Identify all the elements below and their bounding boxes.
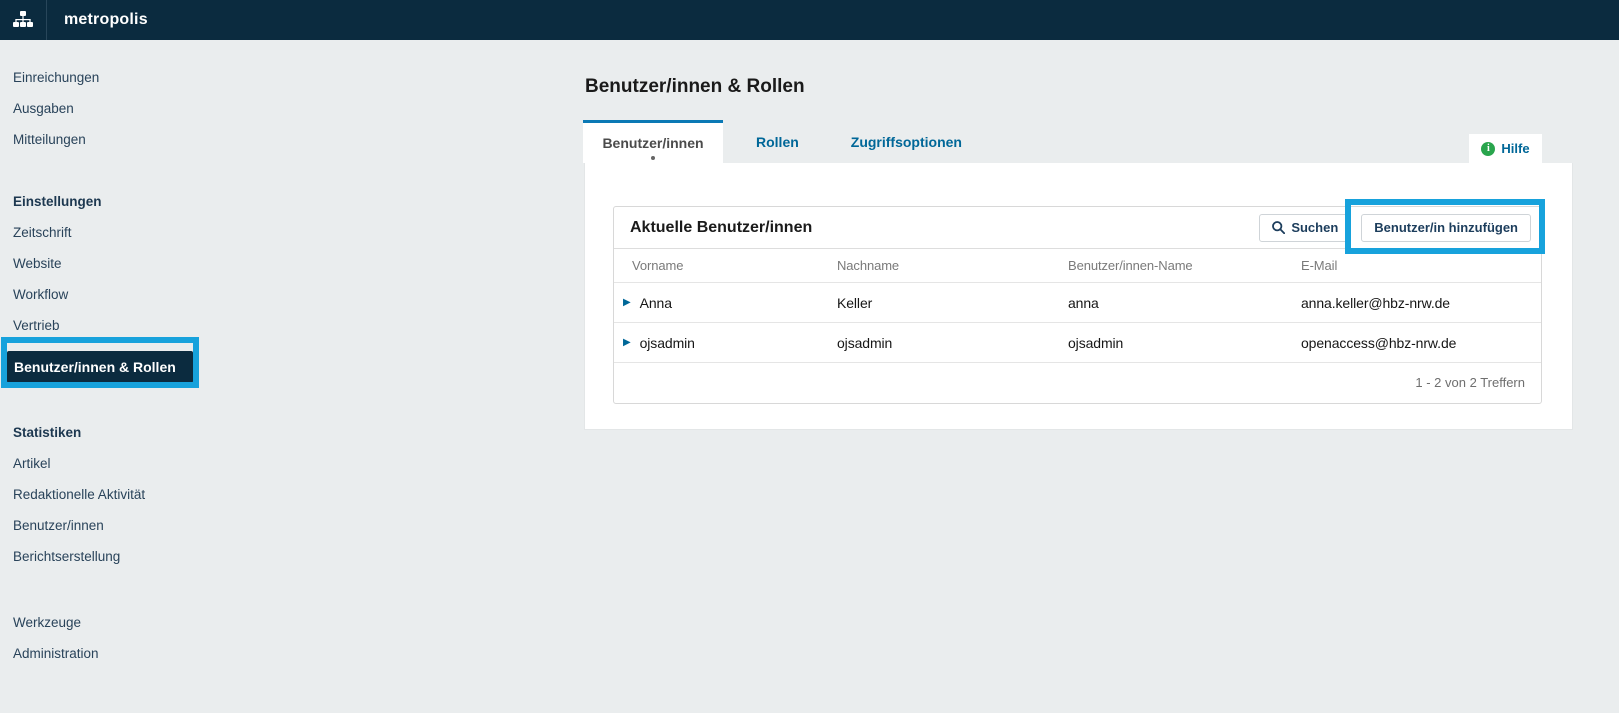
tab-rollen[interactable]: Rollen [737, 120, 818, 163]
column-header-benutzername: Benutzer/innen-Name [1050, 258, 1283, 273]
search-icon [1272, 221, 1285, 234]
grid-title: Aktuelle Benutzer/innen [630, 219, 812, 237]
cell-email: anna.keller@hbz-nrw.de [1283, 295, 1541, 311]
tab-benutzer-innen-label: Benutzer/innen [602, 135, 703, 151]
cell-nachname: Keller [819, 295, 1050, 311]
tab-zugriffsoptionen[interactable]: Zugriffsoptionen [832, 120, 981, 163]
sidebar-section-statistiken[interactable]: Statistiken [7, 417, 227, 448]
sidebar-item-mitteilungen[interactable]: Mitteilungen [7, 124, 227, 155]
info-icon: i [1481, 142, 1495, 156]
cell-email: openaccess@hbz-nrw.de [1283, 335, 1541, 351]
help-button[interactable]: i Hilfe [1469, 134, 1542, 163]
active-tab-dot [651, 156, 655, 160]
column-header-email: E-Mail [1283, 258, 1541, 273]
search-button-label: Suchen [1291, 220, 1338, 235]
column-header-vorname: Vorname [614, 258, 819, 273]
sidebar-item-werkzeuge[interactable]: Werkzeuge [7, 607, 227, 638]
table-row-anna[interactable]: ▶ Anna Keller anna anna.keller@hbz-nrw.d… [614, 283, 1541, 323]
site-nav-toggle[interactable] [0, 0, 47, 40]
sidebar-nav: Einreichungen Ausgaben Mitteilungen Eins… [7, 62, 227, 669]
sidebar-item-website[interactable]: Website [7, 248, 227, 279]
tab-bar: Benutzer/innen Rollen Zugriffsoptionen [583, 120, 981, 163]
expand-arrow-icon[interactable]: ▶ [623, 337, 631, 348]
users-grid-panel: Aktuelle Benutzer/innen Suchen Benutzer/… [613, 206, 1542, 404]
tab-benutzer-innen[interactable]: Benutzer/innen [583, 120, 723, 163]
journal-brand[interactable]: metropolis [64, 11, 148, 29]
sidebar-item-vertrieb[interactable]: Vertrieb [7, 310, 227, 341]
results-count: 1 - 2 von 2 Treffern [614, 363, 1541, 402]
sidebar-item-benutzer-rollen-active[interactable]: Benutzer/innen & Rollen [7, 351, 193, 383]
cell-vorname: ojsadmin [640, 335, 695, 351]
sidebar-item-einreichungen[interactable]: Einreichungen [7, 62, 227, 93]
add-user-button[interactable]: Benutzer/in hinzufügen [1361, 214, 1531, 242]
column-header-nachname: Nachname [819, 258, 1050, 273]
table-header-row: Vorname Nachname Benutzer/innen-Name E-M… [614, 249, 1541, 283]
app-window: metropolis Einreichungen Ausgaben Mittei… [0, 0, 1619, 713]
sidebar-item-artikel[interactable]: Artikel [7, 448, 227, 479]
sidebar-section-einstellungen[interactable]: Einstellungen [7, 186, 227, 217]
cell-benutzername: anna [1050, 295, 1283, 311]
sidebar-item-administration[interactable]: Administration [7, 638, 227, 669]
top-bar: metropolis [0, 0, 1619, 40]
expand-arrow-icon[interactable]: ▶ [623, 297, 631, 308]
sidebar-item-benutzer-innen[interactable]: Benutzer/innen [7, 510, 227, 541]
cell-nachname: ojsadmin [819, 335, 1050, 351]
sitemap-icon [13, 11, 33, 29]
cell-vorname: Anna [640, 295, 672, 311]
sidebar-item-ausgaben[interactable]: Ausgaben [7, 93, 227, 124]
sidebar-item-redaktionelle-aktivitaet[interactable]: Redaktionelle Aktivität [7, 479, 227, 510]
add-user-button-label: Benutzer/in hinzufügen [1374, 220, 1518, 235]
sidebar-item-zeitschrift[interactable]: Zeitschrift [7, 217, 227, 248]
grid-header: Aktuelle Benutzer/innen Suchen Benutzer/… [614, 207, 1541, 249]
cell-benutzername: ojsadmin [1050, 335, 1283, 351]
page-title: Benutzer/innen & Rollen [585, 76, 805, 98]
table-row-ojsadmin[interactable]: ▶ ojsadmin ojsadmin ojsadmin openaccess@… [614, 323, 1541, 363]
help-label: Hilfe [1501, 141, 1529, 156]
search-button[interactable]: Suchen [1259, 214, 1351, 242]
sidebar-item-workflow[interactable]: Workflow [7, 279, 227, 310]
sidebar-item-berichtserstellung[interactable]: Berichtserstellung [7, 541, 227, 572]
